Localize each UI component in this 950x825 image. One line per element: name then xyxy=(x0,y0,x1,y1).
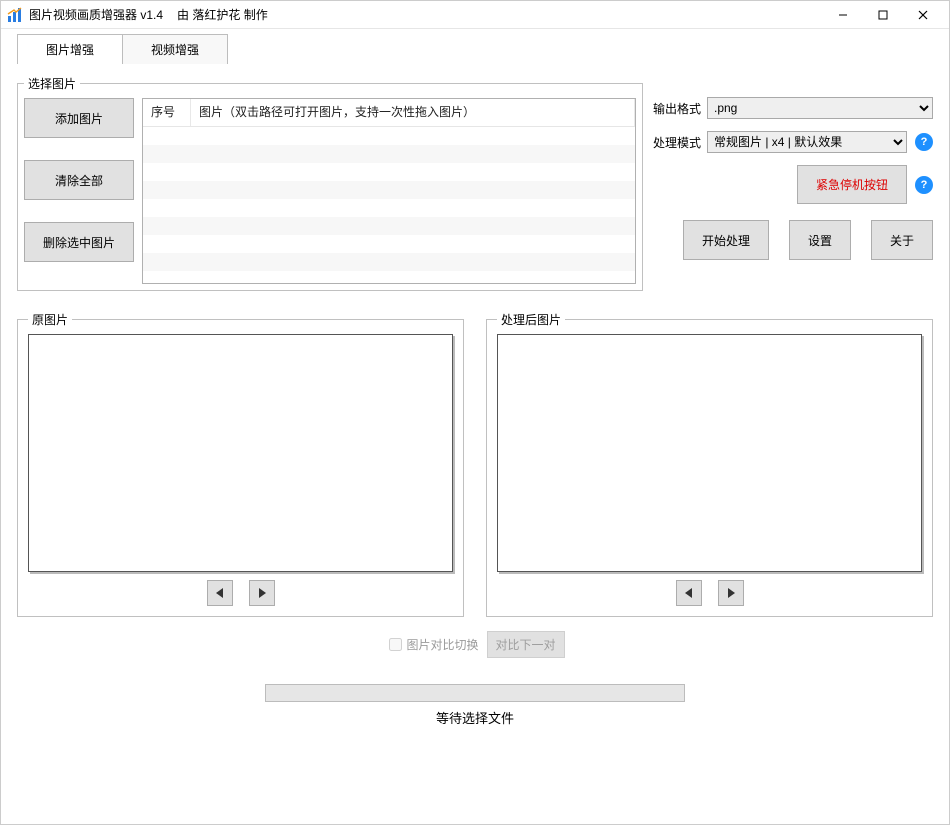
emergency-stop-button[interactable]: 紧急停机按钮 xyxy=(797,165,907,204)
options-panel: 输出格式 .png 处理模式 常规图片 | x4 | 默认效果 ? 紧急停机按钮… xyxy=(653,75,933,260)
add-image-button[interactable]: 添加图片 xyxy=(24,98,134,138)
original-preview-box xyxy=(28,334,453,572)
content-area: 选择图片 添加图片 清除全部 删除选中图片 序号 图片（双击路径可打开图片，支持… xyxy=(1,63,949,739)
minimize-button[interactable] xyxy=(823,1,863,29)
image-list-header: 序号 图片（双击路径可打开图片，支持一次性拖入图片） xyxy=(143,99,635,127)
delete-selected-button[interactable]: 删除选中图片 xyxy=(24,222,134,262)
processed-preview-legend: 处理后图片 xyxy=(497,311,565,328)
list-row xyxy=(143,127,635,145)
image-list-body[interactable] xyxy=(143,127,635,283)
list-row xyxy=(143,163,635,181)
process-mode-select[interactable]: 常规图片 | x4 | 默认效果 xyxy=(707,131,907,153)
triangle-right-icon xyxy=(726,587,736,599)
app-window: 图片视频画质增强器 v1.4 由 落红护花 制作 图片增强 视频增强 选择图片 xyxy=(0,0,950,825)
list-row xyxy=(143,145,635,163)
processed-next-button[interactable] xyxy=(718,580,744,606)
list-row xyxy=(143,181,635,199)
processed-preview-box xyxy=(497,334,922,572)
clear-all-button[interactable]: 清除全部 xyxy=(24,160,134,200)
processed-preview-group: 处理后图片 xyxy=(486,311,933,617)
triangle-right-icon xyxy=(257,587,267,599)
about-button[interactable]: 关于 xyxy=(871,220,933,260)
progress-bar xyxy=(265,684,685,702)
settings-button[interactable]: 设置 xyxy=(789,220,851,260)
image-list[interactable]: 序号 图片（双击路径可打开图片，支持一次性拖入图片） xyxy=(142,98,636,284)
app-icon xyxy=(7,7,23,23)
tab-label: 视频增强 xyxy=(151,43,199,57)
status-text: 等待选择文件 xyxy=(17,708,933,727)
maximize-button[interactable] xyxy=(863,1,903,29)
triangle-left-icon xyxy=(215,587,225,599)
compare-toggle-label: 图片对比切换 xyxy=(406,636,478,653)
original-prev-button[interactable] xyxy=(207,580,233,606)
image-list-col-index[interactable]: 序号 xyxy=(143,99,191,126)
window-title: 图片视频画质增强器 v1.4 xyxy=(29,6,163,23)
original-preview-legend: 原图片 xyxy=(28,311,72,328)
output-format-select[interactable]: .png xyxy=(707,97,933,119)
tab-image-enhance[interactable]: 图片增强 xyxy=(17,34,123,64)
list-row xyxy=(143,253,635,271)
original-preview-group: 原图片 xyxy=(17,311,464,617)
select-image-group: 选择图片 添加图片 清除全部 删除选中图片 序号 图片（双击路径可打开图片，支持… xyxy=(17,75,643,291)
compare-toggle-input[interactable] xyxy=(389,638,402,651)
triangle-left-icon xyxy=(684,587,694,599)
tab-video-enhance[interactable]: 视频增强 xyxy=(122,34,228,64)
tab-label: 图片增强 xyxy=(46,43,94,57)
output-format-label: 输出格式 xyxy=(653,100,707,117)
titlebar: 图片视频画质增强器 v1.4 由 落红护花 制作 xyxy=(1,1,949,29)
compare-toggle-checkbox[interactable]: 图片对比切换 xyxy=(385,635,478,654)
original-next-button[interactable] xyxy=(249,580,275,606)
compare-next-button[interactable]: 对比下一对 xyxy=(487,631,565,658)
start-process-button[interactable]: 开始处理 xyxy=(683,220,769,260)
help-icon[interactable]: ? xyxy=(915,133,933,151)
help-icon[interactable]: ? xyxy=(915,176,933,194)
select-image-legend: 选择图片 xyxy=(24,75,80,92)
list-row xyxy=(143,217,635,235)
tabstrip: 图片增强 视频增强 xyxy=(17,33,949,63)
close-button[interactable] xyxy=(903,1,943,29)
image-list-col-path[interactable]: 图片（双击路径可打开图片，支持一次性拖入图片） xyxy=(191,99,635,126)
window-author: 由 落红护花 制作 xyxy=(177,6,268,23)
list-row xyxy=(143,199,635,217)
process-mode-label: 处理模式 xyxy=(653,134,707,151)
processed-prev-button[interactable] xyxy=(676,580,702,606)
list-row xyxy=(143,235,635,253)
